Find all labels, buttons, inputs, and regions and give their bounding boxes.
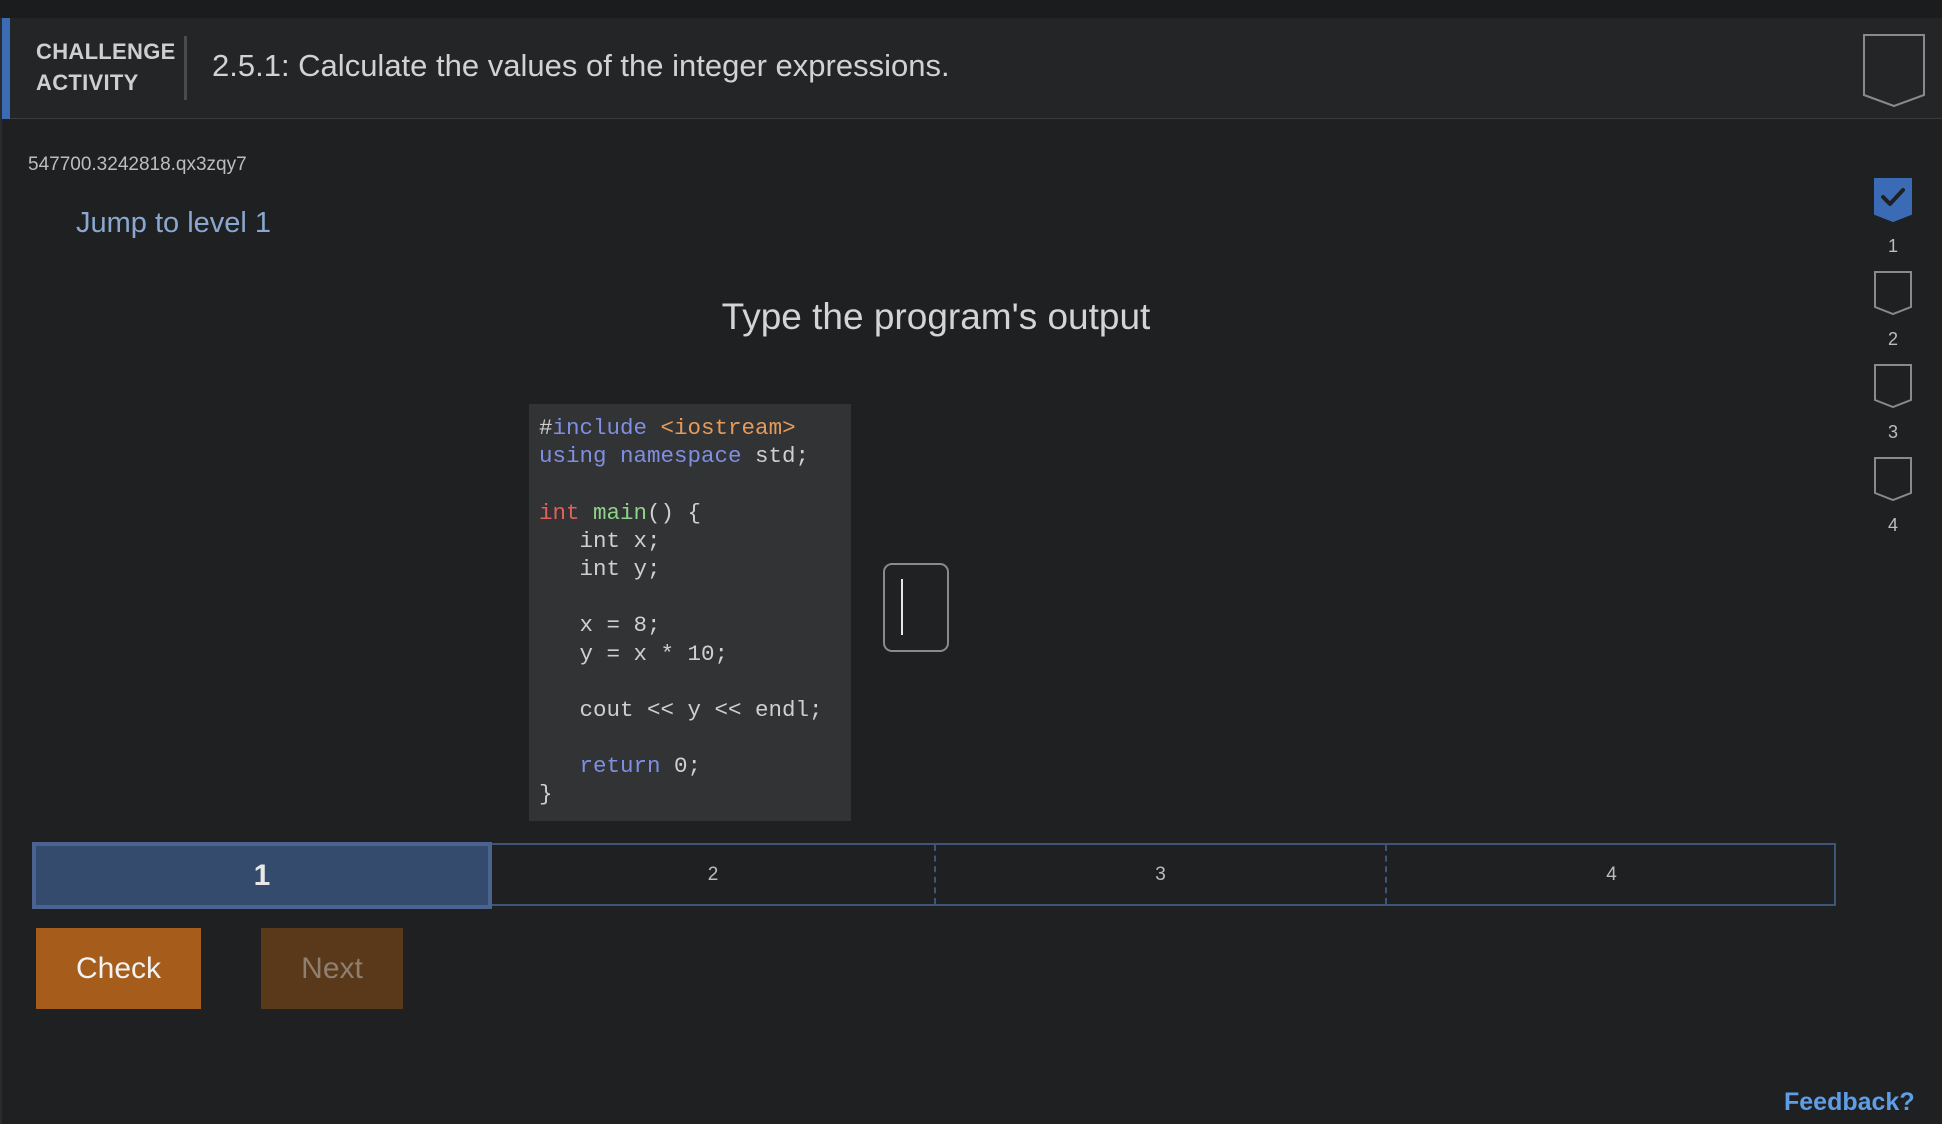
code-line: x = 8; [539,611,851,639]
activity-header: CHALLENGE ACTIVITY 2.5.1: Calculate the … [2,18,1942,119]
code-line: y = x * 10; [539,640,851,668]
level-badge-icon [1874,364,1912,408]
code-line: int x; [539,527,851,555]
rail-level-1[interactable]: 1 [1874,178,1912,257]
activity-frame: CHALLENGE ACTIVITY 2.5.1: Calculate the … [0,18,1942,1124]
code-token: y = x * 10; [539,640,729,667]
code-token: main [593,499,648,526]
code-token: using namespace [539,443,756,470]
completion-badge-icon [1863,34,1925,108]
code-token: cout << y << endl; [539,696,823,723]
rail-level-label: 2 [1887,329,1898,349]
title-divider [184,36,187,100]
rail-level-label: 3 [1887,422,1898,442]
activity-type-line1: CHALLENGE [36,39,176,64]
level-badge-icon [1874,271,1912,315]
code-token: x = 8; [539,612,661,639]
feedback-link[interactable]: Feedback? [1784,1088,1915,1117]
code-line: int main() { [539,499,851,527]
level-segment-1[interactable]: 1 [32,842,492,909]
activity-type-line2: ACTIVITY [36,70,139,95]
jump-to-level-link[interactable]: Jump to level 1 [76,207,271,240]
activity-title: 2.5.1: Calculate the values of the integ… [212,48,950,83]
rail-level-3[interactable]: 3 [1874,364,1912,443]
rail-level-label: 4 [1887,515,1898,535]
level-badge-icon [1874,457,1912,501]
code-token: 0; [674,753,702,780]
code-token: } [539,781,553,808]
code-line: int y; [539,555,851,583]
rail-level-2[interactable]: 2 [1874,271,1912,350]
accent-stripe [2,18,10,119]
code-line: #include <iostream> [539,414,851,442]
code-token: int y; [539,555,661,582]
answer-input[interactable] [883,563,949,652]
activity-type-label: CHALLENGE ACTIVITY [36,36,176,98]
code-token: # [539,415,553,441]
level-progress-bar: 1 2 3 4 [32,842,1836,909]
activity-id: 547700.3242818.qx3zqy7 [28,154,247,175]
level-segment-2[interactable]: 2 [492,845,936,904]
rail-level-4[interactable]: 4 [1874,457,1912,536]
code-line: return 0; [539,752,851,780]
code-token: std; [755,443,810,470]
code-line: cout << y << endl; [539,696,851,724]
code-line: } [539,780,851,808]
prompt-text: Type the program's output [721,296,1151,337]
code-token: () { [647,499,702,526]
rail-level-label: 1 [1887,236,1898,256]
code-line: using namespace std; [539,442,851,470]
level-segment-3[interactable]: 3 [936,845,1387,904]
level-check-badge-icon [1874,178,1912,222]
next-button: Next [261,928,403,1009]
check-button[interactable]: Check [36,928,201,1009]
code-token: return [579,753,675,780]
level-segment-4[interactable]: 4 [1387,845,1836,904]
text-caret [901,579,903,635]
code-token: int [539,499,594,526]
code-token: int x; [539,527,661,554]
code-token: <iostream> [660,415,796,441]
code-block: #include <iostream> using namespace std; i… [529,404,851,821]
code-token: include [552,415,661,441]
